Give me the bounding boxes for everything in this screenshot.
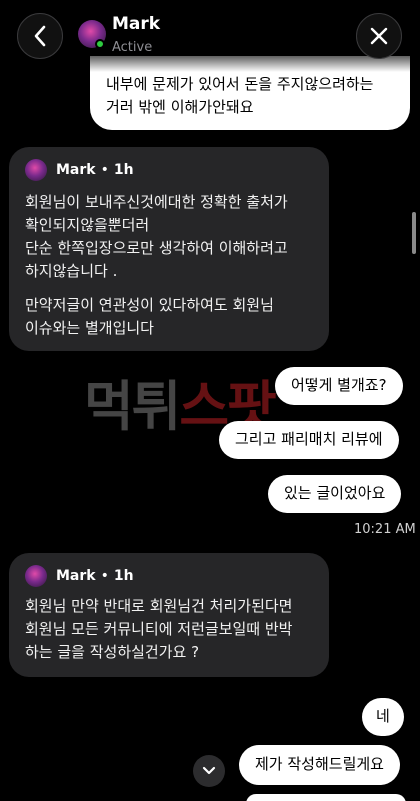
outgoing-message[interactable]: 네 — [362, 698, 404, 736]
avatar — [25, 159, 47, 181]
close-button[interactable] — [356, 13, 402, 59]
avatar — [25, 565, 47, 587]
watermark-text-1: 먹튀 — [84, 375, 181, 438]
close-icon — [370, 27, 388, 45]
message-header: Mark • 1h — [25, 565, 134, 587]
message-line: 확인되지않을뿐더러 — [25, 216, 150, 234]
message-line: 회원님 모든 커뮤니티에 저런글보일때 반박 — [25, 620, 293, 638]
message-line: 단순 한쪽입장으로만 생각하여 이해하려고 — [25, 239, 288, 257]
message-line: 내부에 문제가 있어서 돈을 주지않으려하는 — [106, 75, 374, 93]
message-line: 만약저글이 연관성이 있다하여도 회원님 — [25, 296, 274, 314]
scrollbar-thumb[interactable] — [412, 212, 416, 254]
message-header: Mark • 1h — [25, 159, 134, 181]
message-paragraph: 만약저글이 연관성이 있다하여도 회원님 이슈와는 별개입니다 — [25, 294, 321, 340]
message-line: 하는 글을 작성하실건가요 ? — [25, 643, 200, 661]
outgoing-message[interactable]: 제가 작성해드릴게요 — [239, 745, 400, 785]
outgoing-message-partial[interactable] — [246, 794, 406, 801]
message-line: 회원님 만약 반대로 회원님건 처리가된다면 — [25, 597, 293, 615]
message-paragraph: 회원님 만약 반대로 회원님건 처리가된다면 회원님 모든 커뮤니티에 저런글보… — [25, 595, 321, 664]
back-button[interactable] — [17, 13, 63, 59]
contact-status: Active — [112, 40, 153, 55]
sender-name: Mark — [56, 568, 96, 584]
scroll-to-bottom-button[interactable] — [193, 755, 225, 787]
outgoing-message[interactable]: 그리고 패리매치 리뷰에 — [219, 421, 399, 459]
outgoing-message[interactable]: 있는 글이었아요 — [268, 475, 402, 513]
separator-dot: • — [100, 568, 109, 584]
chevron-left-icon — [34, 25, 46, 47]
separator-dot: • — [100, 162, 109, 178]
message-time: 1h — [113, 568, 134, 584]
message-time: 1h — [113, 162, 134, 178]
message-line: 회원님이 보내주신것에대한 정확한 출처가 — [25, 193, 288, 211]
message-paragraph: 회원님이 보내주신것에대한 정확한 출처가 확인되지않을뿐더러 단순 한쪽입장으… — [25, 191, 321, 283]
contact-name[interactable]: Mark — [112, 14, 160, 34]
sender-name: Mark — [56, 162, 96, 178]
message-timestamp: 10:21 AM — [354, 522, 416, 537]
message-line: 이슈와는 별개입니다 — [25, 319, 154, 337]
message-line: 하지않습니다 . — [25, 262, 118, 280]
chat-header: Mark Active — [0, 0, 420, 72]
incoming-message-card[interactable]: Mark • 1h 회원님이 보내주신것에대한 정확한 출처가 확인되지않을뿐더… — [9, 147, 329, 351]
chevron-down-icon — [202, 766, 216, 775]
outgoing-message[interactable]: 어떻게 별개죠? — [275, 367, 403, 405]
online-status-dot — [95, 39, 105, 49]
message-line: 거러 밖엔 이해가안돼요 — [106, 98, 254, 116]
incoming-message-card[interactable]: Mark • 1h 회원님 만약 반대로 회원님건 처리가된다면 회원님 모든 … — [9, 553, 329, 677]
